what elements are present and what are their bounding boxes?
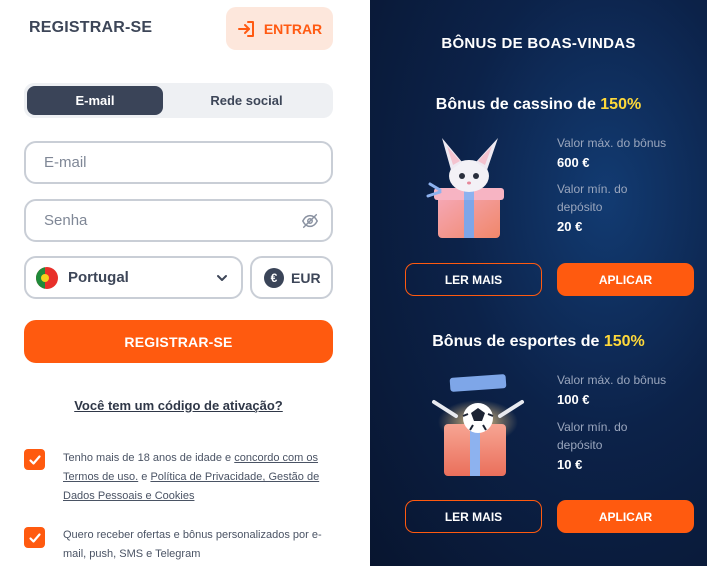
- euro-icon: €: [264, 267, 284, 288]
- age-terms-text: Tenho mais de 18 anos de idade e concord…: [63, 449, 333, 506]
- login-icon: [237, 20, 254, 37]
- country-select[interactable]: Portugal: [24, 256, 243, 299]
- age-terms-checkbox[interactable]: [24, 449, 45, 470]
- activation-code-link[interactable]: Você tem um código de ativação?: [0, 398, 357, 413]
- page-title: REGISTRAR-SE: [29, 19, 153, 36]
- chevron-down-icon: [217, 274, 227, 281]
- eye-off-icon[interactable]: [301, 212, 319, 230]
- casino-read-more-button[interactable]: LER MAIS: [405, 263, 542, 296]
- bonus-percent: 150%: [603, 333, 645, 350]
- casino-bonus-title: Bônus de cassino de 150%: [370, 96, 707, 114]
- currency-value: EUR: [291, 269, 321, 286]
- min-deposit-label: Valor mín. do depósito: [557, 420, 628, 452]
- casino-apply-button[interactable]: APLICAR: [557, 263, 694, 296]
- max-bonus-label: Valor máx. do bônus: [557, 373, 667, 387]
- min-deposit-value: 10 €: [557, 457, 583, 472]
- sports-bonus-title: Bônus de esportes de 150%: [370, 333, 707, 351]
- tab-email[interactable]: E-mail: [27, 86, 163, 115]
- bonus-percent: 150%: [600, 96, 642, 113]
- password-field-wrapper: [24, 199, 333, 242]
- min-deposit-label: Valor mín. do depósito: [557, 182, 628, 214]
- login-button-label: ENTRAR: [263, 20, 323, 37]
- registration-panel: REGISTRAR-SE ENTRAR E-mail Rede social P…: [0, 0, 370, 566]
- bonus-title-text: Bônus de cassino de: [435, 96, 601, 113]
- currency-select[interactable]: € EUR: [250, 256, 333, 299]
- max-bonus-value: 600 €: [557, 155, 590, 170]
- fox-gift-box-icon: [426, 138, 504, 238]
- bonus-title-text: Bônus de esportes de: [432, 333, 604, 350]
- email-field[interactable]: [26, 143, 331, 182]
- marketing-text: Quero receber ofertas e bônus personaliz…: [63, 529, 322, 560]
- max-bonus-value: 100 €: [557, 392, 590, 407]
- email-field-wrapper: [24, 141, 333, 184]
- bonus-panel-title: BÔNUS DE BOAS-VINDAS: [441, 35, 636, 52]
- consent-text: Tenho mais de 18 anos de idade e: [63, 452, 235, 464]
- marketing-checkbox[interactable]: [24, 527, 45, 548]
- sports-apply-button[interactable]: APLICAR: [557, 500, 694, 533]
- sports-read-more-button[interactable]: LER MAIS: [405, 500, 542, 533]
- max-bonus-label: Valor máx. do bônus: [557, 136, 667, 150]
- register-button[interactable]: REGISTRAR-SE: [24, 320, 333, 363]
- portugal-flag-icon: [36, 266, 58, 289]
- checkmark-icon: [28, 454, 41, 465]
- checkmark-icon: [28, 532, 41, 543]
- min-deposit-value: 20 €: [557, 219, 583, 234]
- tab-social[interactable]: Rede social: [184, 86, 309, 115]
- login-button[interactable]: ENTRAR: [226, 7, 333, 50]
- soccer-gift-box-icon: [432, 374, 524, 476]
- password-field[interactable]: [26, 201, 331, 240]
- consent-text: e: [138, 471, 151, 483]
- welcome-bonus-panel: BÔNUS DE BOAS-VINDAS Bônus de cassino de…: [370, 0, 707, 566]
- register-method-tabs: E-mail Rede social: [24, 83, 333, 118]
- country-value: Portugal: [68, 269, 129, 286]
